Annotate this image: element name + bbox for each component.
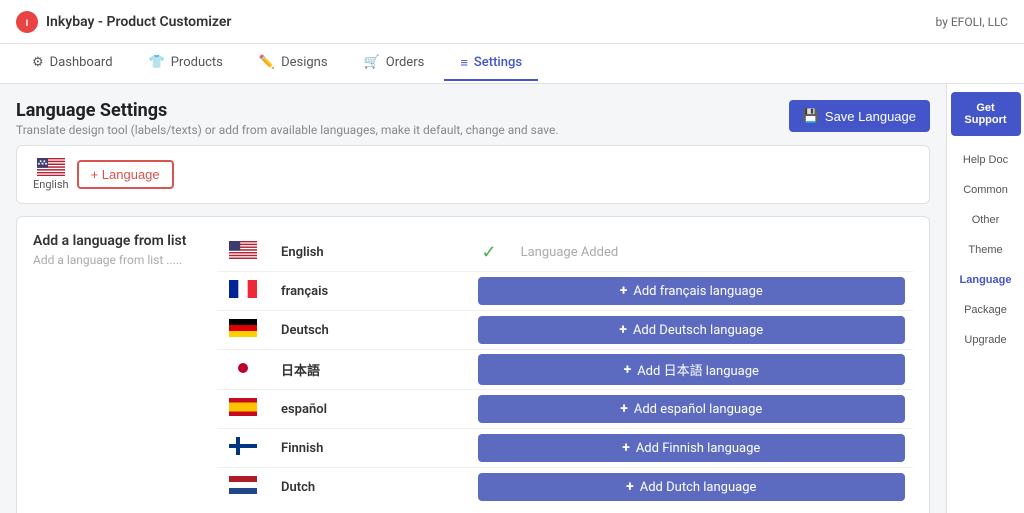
flag-cell-english	[217, 233, 269, 272]
page-header: Language Settings Translate design tool …	[16, 100, 930, 137]
table-row: Finnish + Add Finnish language	[217, 429, 913, 468]
sidebar-common-button[interactable]: Common	[951, 176, 1021, 204]
add-lang-btn-finnish[interactable]: + Add Finnish language	[478, 434, 905, 462]
plus-icon-espanol: +	[620, 401, 628, 417]
table-row: 日本語 + Add 日本語 language	[217, 350, 913, 390]
lang-list-title: Add a language from list	[33, 233, 193, 249]
app-wrapper: I Inkybay - Product Customizer by EFOLI,…	[0, 0, 1024, 513]
tab-settings[interactable]: ≡ Settings	[444, 47, 538, 81]
add-lang-label-francais: Add français language	[633, 284, 762, 299]
add-lang-label-dutch: Add Dutch language	[640, 480, 757, 495]
language-list-section: Add a language from list Add a language …	[16, 216, 930, 513]
brand-name: Inkybay - Product Customizer	[46, 14, 231, 30]
lang-name-espanol: español	[269, 390, 470, 429]
settings-icon: ≡	[460, 55, 468, 71]
plus-icon-dutch: +	[626, 479, 634, 495]
save-language-button-top[interactable]: 💾 Save Language	[789, 100, 930, 132]
add-lang-action-cell-espanol[interactable]: + Add español language	[470, 390, 913, 429]
table-row: Dutch + Add Dutch language	[217, 468, 913, 507]
lang-table-container: English ✓ Language Added français + Add …	[217, 233, 913, 506]
tab-orders[interactable]: 🛒 Orders	[348, 47, 441, 80]
flag-cell-japanese	[217, 350, 269, 390]
sidebar-help-doc-button[interactable]: Help Doc	[951, 146, 1021, 174]
sidebar-other-button[interactable]: Other	[951, 206, 1021, 234]
tab-products[interactable]: 👕 Products	[133, 47, 239, 80]
plus-icon-deutsch: +	[619, 322, 627, 338]
lang-name-dutch: Dutch	[269, 468, 470, 507]
tab-designs[interactable]: ✏️ Designs	[243, 47, 344, 80]
main-layout: Language Settings Translate design tool …	[0, 84, 1024, 513]
table-row: Deutsch + Add Deutsch language	[217, 311, 913, 350]
brand-logo: I	[16, 11, 38, 33]
flag-cell-espanol	[217, 390, 269, 429]
language-table: English ✓ Language Added français + Add …	[217, 233, 913, 506]
add-lang-action-cell-deutsch[interactable]: + Add Deutsch language	[470, 311, 913, 350]
language-tab-area: ★★★ ★★ English + Language	[16, 145, 930, 204]
lang-name-francais: français	[269, 272, 470, 311]
add-lang-btn-deutsch[interactable]: + Add Deutsch language	[478, 316, 905, 344]
lang-list-info: Add a language from list Add a language …	[33, 233, 193, 506]
add-lang-btn-espanol[interactable]: + Add español language	[478, 395, 905, 423]
lang-name-english: English	[269, 233, 470, 272]
brand-area: I Inkybay - Product Customizer	[16, 11, 231, 33]
table-row: español + Add español language	[217, 390, 913, 429]
page-title-area: Language Settings Translate design tool …	[16, 100, 559, 137]
table-row: français + Add français language	[217, 272, 913, 311]
page-title: Language Settings	[16, 100, 559, 121]
save-icon-top: 💾	[803, 108, 819, 124]
products-icon: 👕	[149, 55, 165, 70]
designs-icon: ✏️	[259, 55, 275, 70]
add-lang-btn-francais[interactable]: + Add français language	[478, 277, 905, 305]
sidebar-theme-button[interactable]: Theme	[951, 236, 1021, 264]
svg-text:★★: ★★	[39, 159, 47, 164]
tab-dashboard[interactable]: ⚙ Dashboard	[16, 47, 129, 80]
english-tab[interactable]: ★★★ ★★ English	[33, 158, 69, 191]
top-bar: I Inkybay - Product Customizer by EFOLI,…	[0, 0, 1024, 44]
flag-cell-finnish	[217, 429, 269, 468]
lang-added-label-english: Language Added	[509, 233, 913, 272]
sidebar-language-button[interactable]: Language	[951, 266, 1021, 294]
lang-name-deutsch: Deutsch	[269, 311, 470, 350]
page-subtitle: Translate design tool (labels/texts) or …	[16, 123, 559, 137]
add-lang-action-cell-japanese[interactable]: + Add 日本語 language	[470, 350, 913, 390]
plus-icon-finnish: +	[622, 440, 630, 456]
table-row: English ✓ Language Added	[217, 233, 913, 272]
sidebar-get-support-button[interactable]: GetSupport	[951, 92, 1021, 136]
lang-name-finnish: Finnish	[269, 429, 470, 468]
lang-list-subtitle: Add a language from list .....	[33, 253, 193, 267]
add-lang-btn-japanese[interactable]: + Add 日本語 language	[478, 354, 905, 385]
orders-icon: 🛒	[364, 55, 380, 70]
plus-icon-japanese: +	[624, 362, 632, 378]
check-icon-english: ✓	[470, 233, 509, 272]
flag-cell-francais	[217, 272, 269, 311]
content-area: Language Settings Translate design tool …	[0, 84, 946, 513]
right-sidebar: GetSupport Help Doc Common Other Theme L…	[946, 84, 1024, 513]
lang-list-inner: Add a language from list Add a language …	[33, 233, 913, 506]
add-lang-action-cell-francais[interactable]: + Add français language	[470, 272, 913, 311]
plus-icon-francais: +	[620, 283, 628, 299]
brand-by: by EFOLI, LLC	[936, 15, 1008, 29]
us-flag-icon: ★★★ ★★	[37, 158, 65, 176]
add-lang-label-espanol: Add español language	[634, 402, 762, 417]
add-lang-btn-dutch[interactable]: + Add Dutch language	[478, 473, 905, 501]
english-tab-label: English	[33, 178, 69, 191]
sidebar-package-button[interactable]: Package	[951, 296, 1021, 324]
add-lang-action-cell-dutch[interactable]: + Add Dutch language	[470, 468, 913, 507]
flag-cell-deutsch	[217, 311, 269, 350]
nav-tabs: ⚙ Dashboard 👕 Products ✏️ Designs 🛒 Orde…	[0, 44, 1024, 84]
flag-cell-dutch	[217, 468, 269, 507]
lang-name-japanese: 日本語	[269, 350, 470, 390]
add-lang-label-finnish: Add Finnish language	[636, 441, 760, 456]
add-lang-label-deutsch: Add Deutsch language	[633, 323, 763, 338]
add-lang-action-cell-finnish[interactable]: + Add Finnish language	[470, 429, 913, 468]
dashboard-icon: ⚙	[32, 55, 44, 70]
sidebar-upgrade-button[interactable]: Upgrade	[951, 326, 1021, 354]
add-lang-label-japanese: Add 日本語 language	[637, 360, 759, 379]
add-language-button[interactable]: + Language	[77, 160, 174, 189]
svg-text:I: I	[26, 19, 29, 29]
